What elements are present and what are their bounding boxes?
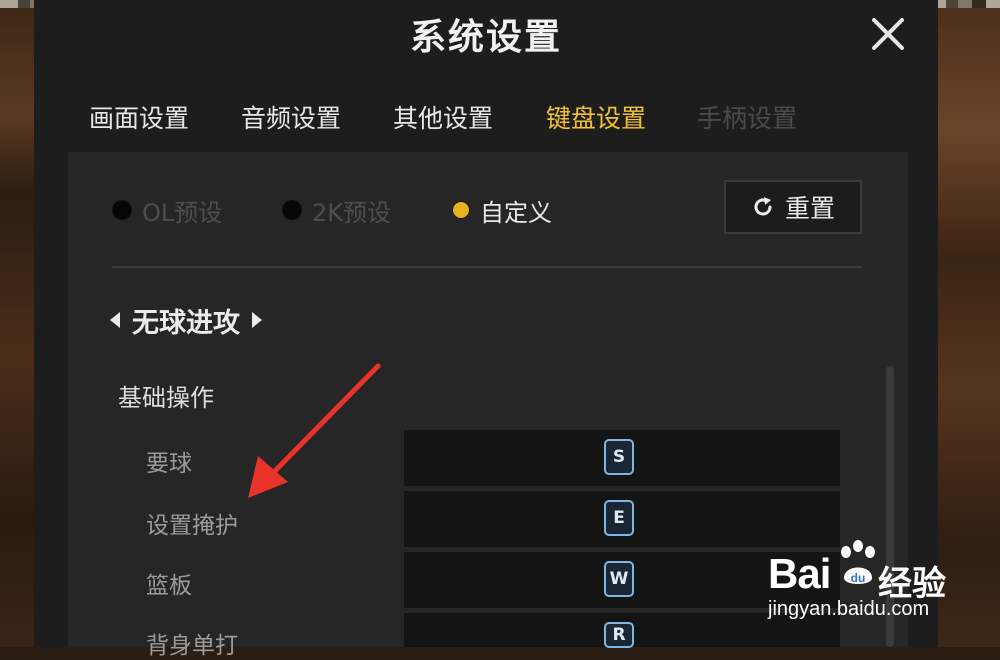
- tab-display[interactable]: 画面设置: [74, 82, 204, 156]
- preset-2k-radio[interactable]: 2K预设: [282, 190, 391, 230]
- section-switcher: 无球进攻: [108, 300, 264, 340]
- keycap[interactable]: W: [604, 561, 634, 597]
- key-binding-row[interactable]: S: [404, 430, 840, 486]
- reset-label: 重置: [784, 194, 835, 223]
- watermark-url: jingyan.baidu.com: [768, 598, 930, 620]
- triangle-right-icon[interactable]: [250, 310, 264, 330]
- dialog-title: 系统设置: [409, 17, 562, 58]
- close-icon: [872, 18, 904, 50]
- radio-dot-selected: [452, 201, 470, 219]
- watermark: Bai du 经验 jingyan.baidu.com: [760, 538, 992, 634]
- preset-ol-label: OL预设: [142, 198, 223, 227]
- watermark-brand: Bai: [768, 550, 831, 597]
- background-scene-left: [0, 0, 34, 647]
- tab-keyboard[interactable]: 键盘设置: [522, 82, 670, 156]
- binding-action-label: 篮板: [146, 573, 192, 599]
- binding-action-label: 背身单打: [146, 633, 238, 659]
- reset-button[interactable]: 重置: [724, 180, 862, 234]
- section-title: 无球进攻: [132, 307, 240, 339]
- binding-action-label: 要球: [146, 451, 192, 477]
- close-button[interactable]: [868, 14, 908, 54]
- divider: [112, 266, 862, 268]
- keycap[interactable]: E: [604, 500, 634, 536]
- tab-audio[interactable]: 音频设置: [226, 82, 356, 156]
- paw-logo-icon: du: [841, 540, 875, 585]
- refresh-icon: [754, 197, 772, 216]
- tab-controller[interactable]: 手柄设置: [682, 82, 812, 156]
- annotation-arrow-icon: [248, 363, 381, 498]
- preset-2k-label: 2K预设: [312, 198, 392, 227]
- triangle-left-icon[interactable]: [108, 310, 122, 330]
- radio-dot: [282, 200, 302, 220]
- keycap[interactable]: R: [604, 622, 634, 648]
- binding-action-label: 设置掩护: [146, 513, 238, 539]
- preset-ol-radio[interactable]: OL预设: [112, 190, 222, 230]
- preset-custom-label: 自定义: [480, 198, 552, 227]
- settings-tabs: 画面设置 音频设置 其他设置 键盘设置 手柄设置: [34, 82, 938, 156]
- keycap[interactable]: S: [604, 439, 634, 475]
- svg-text:du: du: [851, 571, 866, 585]
- tab-other[interactable]: 其他设置: [378, 82, 508, 156]
- group-label: 基础操作: [118, 384, 214, 412]
- radio-dot: [112, 200, 132, 220]
- preset-custom-radio[interactable]: 自定义: [452, 190, 552, 230]
